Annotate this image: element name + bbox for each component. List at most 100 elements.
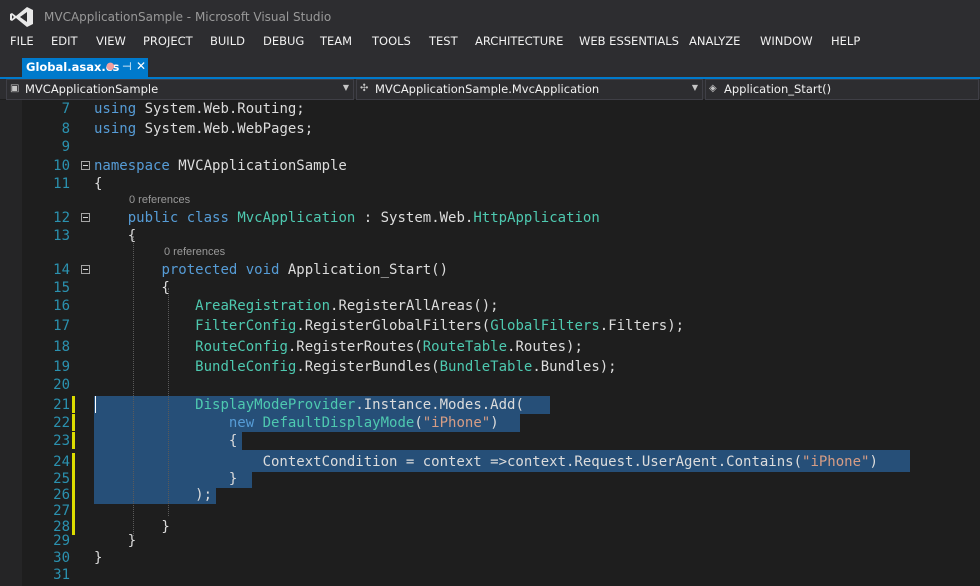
code-token: )	[869, 454, 878, 470]
code-text: protected void Application_Start()	[94, 261, 448, 279]
code-line[interactable]: 20	[0, 376, 980, 394]
code-token: Application_Start()	[279, 262, 449, 278]
code-line[interactable]: 7 using System.Web.Routing;	[0, 100, 980, 118]
menu-build[interactable]: BUILD	[210, 34, 245, 48]
line-number: 17	[53, 318, 70, 334]
code-token: {	[94, 433, 238, 449]
project-dropdown[interactable]: ▣ MVCApplicationSample ▼	[6, 79, 354, 100]
code-token: }	[94, 471, 238, 487]
menu-analyze[interactable]: ANALYZE	[689, 34, 740, 48]
code-token: BundleTable	[439, 359, 533, 375]
line-number: 24	[53, 454, 70, 470]
line-number: 23	[53, 433, 70, 449]
menu-project[interactable]: PROJECT	[143, 34, 193, 48]
code-editor[interactable]: 0 references 0 references 7 using System.…	[0, 100, 980, 586]
code-line[interactable]: 18 RouteConfig.RegisterRoutes(RouteTable…	[0, 338, 980, 356]
codelens-references[interactable]: 0 references	[164, 246, 225, 259]
member-dropdown-value: Application_Start()	[724, 82, 832, 96]
code-line[interactable]: 8 using System.Web.WebPages;	[0, 120, 980, 138]
code-line[interactable]: 11 {	[0, 175, 980, 193]
menu-edit[interactable]: EDIT	[51, 34, 78, 48]
tab-global-asax-cs[interactable]: Global.asax.cs ● ⊣ ✕	[22, 58, 148, 77]
code-line[interactable]: 22 new DefaultDisplayMode("iPhone")	[0, 414, 980, 432]
line-number: 14	[53, 262, 70, 278]
code-token: new	[228, 415, 255, 431]
type-dropdown[interactable]: ✣ MVCApplicationSample.MvcApplication ▼	[356, 79, 703, 100]
code-token: }	[94, 550, 103, 566]
codelens-references[interactable]: 0 references	[129, 194, 190, 207]
code-token: ContextCondition = context =>context.Req…	[94, 454, 803, 470]
code-text: ContextCondition = context =>context.Req…	[94, 453, 878, 471]
menu-team[interactable]: TEAM	[320, 34, 352, 48]
code-line[interactable]: 19 BundleConfig.RegisterBundles(BundleTa…	[0, 358, 980, 376]
code-token: FilterConfig	[195, 318, 297, 334]
pin-icon[interactable]: ⊣	[122, 60, 132, 73]
code-line[interactable]: 12 public class MvcApplication : System.…	[0, 209, 980, 227]
code-line[interactable]: 23 {	[0, 432, 980, 450]
code-token: .Filters);	[599, 318, 685, 334]
close-icon[interactable]: ✕	[136, 59, 146, 73]
menu-debug[interactable]: DEBUG	[263, 34, 304, 48]
code-token: class	[186, 210, 229, 226]
code-line[interactable]: 30}	[0, 549, 980, 567]
line-number: 12	[53, 210, 70, 226]
menu-architecture[interactable]: ARCHITECTURE	[475, 34, 563, 48]
code-line[interactable]: 15 {	[0, 279, 980, 297]
code-token: DefaultDisplayMode	[262, 415, 415, 431]
menu-help[interactable]: HELP	[831, 34, 860, 48]
code-line[interactable]: 29 }	[0, 532, 980, 550]
menu-web-essentials[interactable]: WEB ESSENTIALS	[579, 34, 679, 48]
code-token: GlobalFilters	[490, 318, 600, 334]
code-text: BundleConfig.RegisterBundles(BundleTable…	[94, 358, 617, 376]
code-text: using System.Web.Routing;	[94, 100, 305, 118]
project-dropdown-value: MVCApplicationSample	[25, 82, 159, 96]
menu-file[interactable]: FILE	[10, 34, 34, 48]
collapse-icon[interactable]	[81, 161, 90, 170]
code-token: .Bundles);	[532, 359, 617, 375]
code-text: {	[94, 279, 169, 297]
code-line[interactable]: 17 FilterConfig.RegisterGlobalFilters(Gl…	[0, 317, 980, 335]
code-token: }	[94, 533, 137, 549]
code-token: )	[490, 415, 499, 431]
chevron-down-icon: ▼	[691, 83, 698, 92]
method-icon: ◈	[709, 83, 717, 94]
code-line[interactable]: 16 AreaRegistration.RegisterAllAreas();	[0, 297, 980, 315]
line-number: 10	[53, 158, 70, 174]
code-text: namespace MVCApplicationSample	[94, 157, 347, 175]
code-line[interactable]: 10 namespace MVCApplicationSample	[0, 157, 980, 175]
code-line[interactable]: 9	[0, 138, 980, 156]
code-line[interactable]: 14 protected void Application_Start()	[0, 261, 980, 279]
code-line[interactable]: 24 ContextCondition = context =>context.…	[0, 453, 980, 471]
chevron-down-icon: ▼	[342, 83, 349, 92]
text-caret	[95, 396, 96, 413]
menu-test[interactable]: TEST	[429, 34, 458, 48]
collapse-icon[interactable]	[81, 265, 90, 274]
code-token: {	[94, 176, 103, 192]
code-line[interactable]: 21 DisplayModeProvider.Instance.Modes.Ad…	[0, 396, 980, 414]
menu-window[interactable]: WINDOW	[760, 34, 813, 48]
code-token: namespace	[94, 158, 170, 174]
code-token: RouteConfig	[195, 339, 288, 355]
menu-view[interactable]: VIEW	[96, 34, 126, 48]
line-number: 18	[53, 339, 70, 355]
code-token: protected	[161, 262, 238, 278]
code-line[interactable]: 31	[0, 566, 980, 584]
code-token: System.Web.Routing;	[136, 101, 305, 117]
document-tab-strip: Global.asax.cs ● ⊣ ✕	[0, 52, 980, 77]
line-number: 20	[53, 377, 70, 393]
code-token: using	[94, 101, 137, 117]
code-token: public	[127, 210, 179, 226]
code-token: .RegisterBundles(	[296, 359, 440, 375]
code-line[interactable]: 13 {	[0, 227, 980, 245]
collapse-icon[interactable]	[81, 213, 90, 222]
menu-tools[interactable]: TOOLS	[372, 34, 411, 48]
code-token: .Routes);	[507, 339, 583, 355]
member-dropdown[interactable]: ◈ Application_Start()	[705, 79, 979, 100]
code-token: {	[94, 228, 137, 244]
